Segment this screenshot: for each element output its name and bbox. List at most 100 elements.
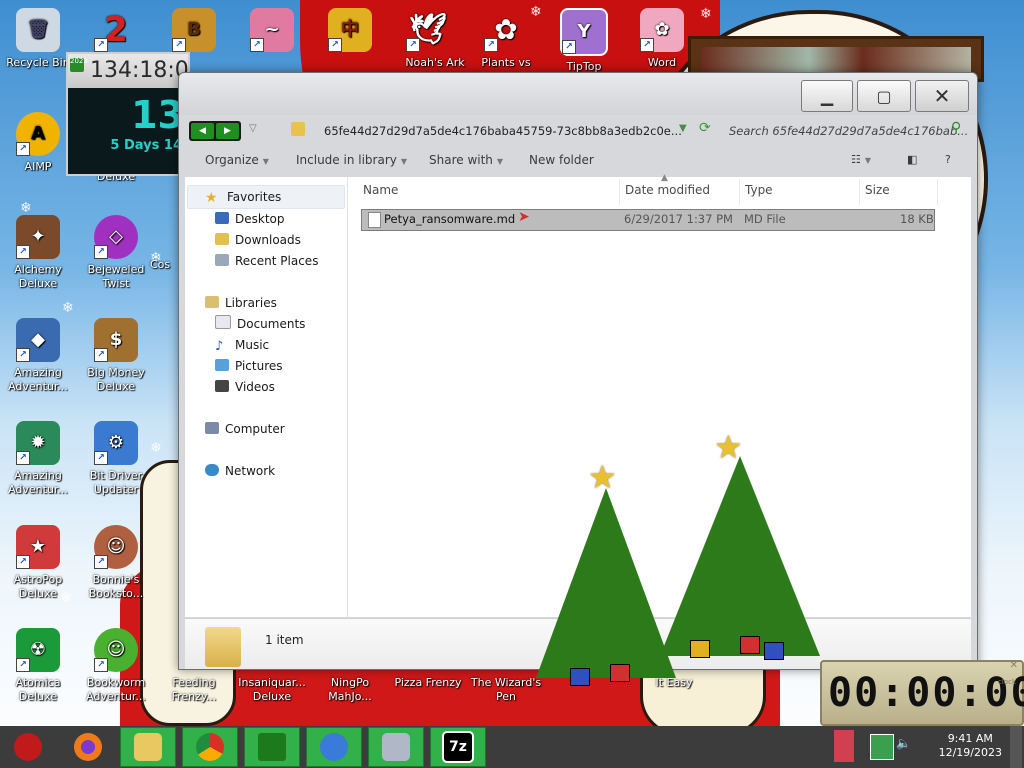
network-tray-icon[interactable] bbox=[870, 734, 894, 760]
column-header-name[interactable]: Name bbox=[363, 183, 398, 197]
search-icon[interactable]: ⚲ bbox=[951, 120, 961, 136]
start-button[interactable] bbox=[0, 727, 56, 767]
desktop-icon-word[interactable]: ✿ ↗ Word bbox=[624, 8, 700, 70]
column-divider[interactable] bbox=[937, 179, 938, 205]
include-in-library-button[interactable]: Include in library ▼ bbox=[296, 153, 407, 167]
stopwatch-gadget[interactable]: 00:00:00 ✕ clock bbox=[820, 660, 1024, 726]
file-row[interactable]: Petya_ransomware.md 6/29/2017 1:37 PM MD… bbox=[361, 209, 935, 231]
nav-pictures[interactable]: Pictures bbox=[215, 356, 283, 376]
cocktail-icon: Y ↗ bbox=[560, 8, 608, 56]
taskbar-chrome[interactable] bbox=[182, 727, 238, 767]
desktop-icon-label: The Wizard's Pen bbox=[470, 676, 542, 703]
desktop-icon-plants-vs-zombies[interactable]: ✿ ↗ Plants vs bbox=[468, 8, 544, 70]
chevron-down-icon: ▼ bbox=[864, 156, 872, 165]
column-divider[interactable] bbox=[859, 179, 860, 205]
include-label: Include in library bbox=[296, 153, 397, 167]
bit-driver-icon bbox=[382, 733, 410, 761]
desktop-icon-amazing-adventures-2[interactable]: ✹ ↗ Amazing Adventur... bbox=[0, 421, 76, 497]
desktop-icon-fish[interactable]: ~ ↗ bbox=[234, 8, 310, 56]
refresh-icon[interactable]: ⟳ bbox=[699, 120, 711, 136]
videos-icon bbox=[215, 380, 229, 392]
maximize-button[interactable]: ▢ bbox=[857, 80, 911, 112]
desktop-icon-game-2[interactable]: 2 ↗ bbox=[78, 8, 154, 56]
recycle-bin-icon: 🗑 bbox=[16, 8, 60, 52]
number-two-icon: 2 ↗ bbox=[94, 8, 138, 52]
organize-button[interactable]: Organize ▼ bbox=[205, 153, 269, 167]
column-header-date-modified[interactable]: Date modified bbox=[625, 183, 710, 197]
desktop-icon-mahjong[interactable]: 中 ↗ bbox=[312, 8, 388, 56]
history-dropdown-icon[interactable]: ▽ bbox=[249, 123, 257, 134]
preview-pane-button[interactable]: ◧ bbox=[907, 153, 917, 166]
desktop-icon-aimp[interactable]: A ↗ AIMP bbox=[0, 112, 76, 174]
nav-recent-places[interactable]: Recent Places bbox=[215, 251, 318, 271]
file-icon bbox=[368, 212, 381, 228]
libraries-icon bbox=[205, 296, 219, 308]
help-button[interactable]: ? bbox=[945, 153, 951, 166]
close-icon: ✕ bbox=[933, 84, 951, 108]
chevron-down-icon: ▼ bbox=[262, 157, 269, 166]
minimize-button[interactable]: ▁ bbox=[801, 80, 853, 112]
back-button[interactable]: ◀ bbox=[191, 123, 214, 139]
desktop-icon-cosmic[interactable]: Cos bbox=[150, 258, 180, 272]
desktop-icon-atomica[interactable]: ☢ ↗ Atomica Deluxe bbox=[0, 628, 76, 704]
taskbar-christmas-tree[interactable] bbox=[244, 727, 300, 767]
desktop-icon-bit-driver[interactable]: ⚙ ↗ Bit Driver Updater bbox=[78, 421, 154, 497]
desktop-icon-amazing-adventures-1[interactable]: ◆ ↗ Amazing Adventur... bbox=[0, 318, 76, 394]
nav-label: Recent Places bbox=[235, 254, 319, 268]
desktop-icon-bookworm-b[interactable]: B ↗ bbox=[156, 8, 232, 56]
nav-network[interactable]: Network bbox=[205, 461, 275, 481]
dove-icon: 🕊 ↗ bbox=[406, 8, 450, 52]
nav-desktop[interactable]: Desktop bbox=[215, 209, 285, 229]
window-titlebar[interactable]: ▁ ▢ ✕ bbox=[179, 73, 977, 115]
preview-pane-icon: ◧ bbox=[907, 153, 918, 166]
column-divider[interactable] bbox=[619, 179, 620, 205]
forward-button[interactable]: ▶ bbox=[216, 123, 239, 139]
nav-documents[interactable]: Documents bbox=[215, 314, 305, 334]
clock-date: 12/19/2023 bbox=[938, 746, 1002, 759]
column-divider[interactable] bbox=[739, 179, 740, 205]
nav-libraries[interactable]: Libraries bbox=[205, 293, 277, 313]
search-input[interactable]: Search 65fe44d27d29d7a5de4c176bab... bbox=[729, 121, 967, 141]
taskbar-7zip[interactable]: 7z bbox=[430, 727, 486, 767]
address-dropdown-icon[interactable]: ▼ bbox=[679, 123, 687, 134]
maximize-icon: ▢ bbox=[876, 86, 892, 106]
stopwatch-digits: 00:00:00 bbox=[828, 670, 1024, 716]
nav-label: Favorites bbox=[227, 190, 282, 204]
nav-music[interactable]: ♪ Music bbox=[215, 335, 269, 355]
desktop-icon-alchemy[interactable]: ✦ ↗ Alchemy Deluxe bbox=[0, 215, 76, 291]
taskbar-firefox[interactable] bbox=[60, 727, 116, 767]
desktop-icon-recycle-bin[interactable]: 🗑 Recycle Bin bbox=[0, 8, 76, 70]
address-field[interactable]: 65fe44d27d29d7a5de4c176baba45759-73c8bb8… bbox=[324, 121, 754, 141]
navigation-pane: ★ Favorites Desktop Downloads Recent Plac… bbox=[185, 177, 348, 617]
gadget-close-icon[interactable]: ✕ bbox=[1010, 660, 1018, 671]
desktop-icon-bejeweled[interactable]: ◇ ↗ Bejeweled Twist bbox=[78, 215, 154, 291]
nav-favorites[interactable]: ★ Favorites bbox=[205, 187, 281, 207]
show-desktop-button[interactable] bbox=[1010, 726, 1022, 768]
taskbar-clock[interactable]: 9:41 AM 12/19/2023 bbox=[939, 732, 1002, 760]
mahjong-tile-icon: 中 ↗ bbox=[328, 8, 372, 52]
view-options-button[interactable]: ☷ ▼ bbox=[851, 153, 871, 166]
nav-downloads[interactable]: Downloads bbox=[215, 230, 301, 250]
christmas-countdown-gadget[interactable]: 134:18:07 Christmas 2023 13 5 Days 14 bbox=[66, 52, 190, 176]
taskbar-shield[interactable] bbox=[306, 727, 362, 767]
close-button[interactable]: ✕ bbox=[915, 80, 969, 112]
desktop-icon-tiptop[interactable]: Y ↗ TipTop bbox=[546, 8, 622, 74]
new-folder-button[interactable]: New folder bbox=[529, 153, 594, 167]
desktop-icon-label: Plants vs bbox=[481, 56, 531, 69]
nav-videos[interactable]: Videos bbox=[215, 377, 275, 397]
desktop-icon-label: NingPo MahJo... bbox=[328, 676, 372, 703]
desktop-icon-big-money[interactable]: $ ↗ Big Money Deluxe bbox=[78, 318, 154, 394]
volume-icon[interactable]: 🔈 bbox=[896, 736, 911, 750]
column-header-size[interactable]: Size bbox=[865, 183, 890, 197]
tray-flag-icon[interactable] bbox=[834, 730, 854, 762]
column-header-type[interactable]: Type bbox=[745, 183, 773, 197]
desktop-icon-bonnies-bookstore[interactable]: ☺ ↗ Bonnie's Booksto... bbox=[78, 525, 154, 601]
desktop-icon-astropop[interactable]: ★ ↗ AstroPop Deluxe bbox=[0, 525, 76, 601]
taskbar-file-explorer[interactable] bbox=[120, 727, 176, 767]
desktop-icon-bookworm[interactable]: ☺ ↗ Bookworm Adventur... bbox=[78, 628, 154, 704]
money-bag-icon: $ ↗ bbox=[94, 318, 138, 362]
taskbar-bit-driver[interactable] bbox=[368, 727, 424, 767]
share-with-button[interactable]: Share with ▼ bbox=[429, 153, 503, 167]
desktop-icon-noahs-ark[interactable]: 🕊 ↗ Noah's Ark bbox=[390, 8, 466, 70]
nav-computer[interactable]: Computer bbox=[205, 419, 285, 439]
